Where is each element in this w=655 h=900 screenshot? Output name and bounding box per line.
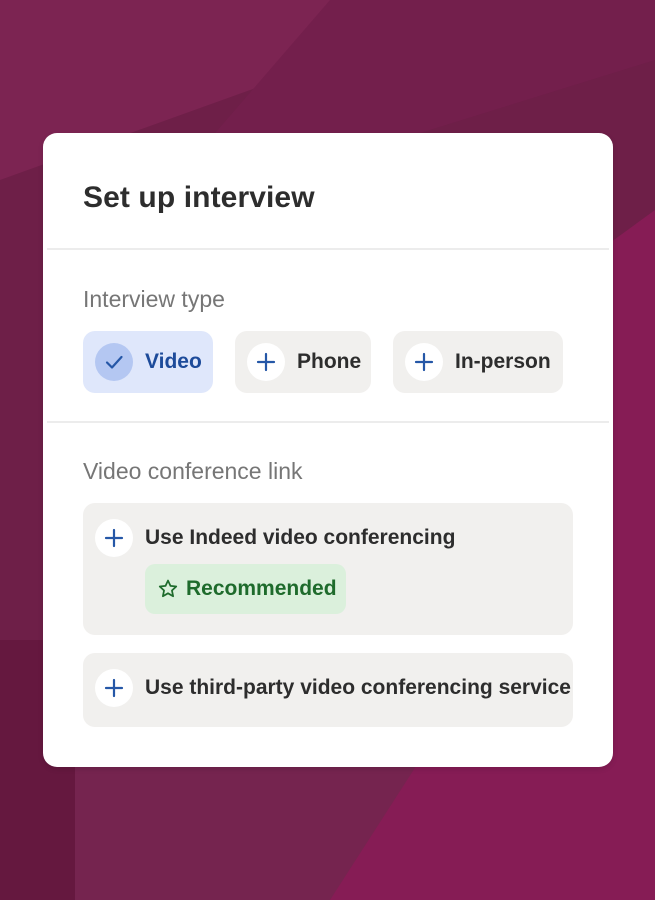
third-party-video-conferencing-option[interactable]: Use third-party video conferencing servi… <box>83 653 573 727</box>
plus-icon <box>95 519 133 557</box>
dialog-title: Set up interview <box>83 181 315 214</box>
plus-icon <box>95 669 133 707</box>
badge-label: Recommended <box>186 577 337 600</box>
interview-type-label: Interview type <box>83 286 225 312</box>
star-icon <box>158 579 178 598</box>
chip-label: Phone <box>297 350 362 373</box>
option-label: Use Indeed video conferencing <box>145 526 456 549</box>
divider <box>47 421 609 423</box>
setup-interview-dialog: Set up interview Interview type Video Ph… <box>43 133 613 767</box>
interview-type-phone-chip[interactable]: Phone <box>235 331 371 393</box>
chip-label: In-person <box>455 350 551 373</box>
option-label: Use third-party video conferencing servi… <box>145 676 571 699</box>
chip-label: Video <box>145 350 202 373</box>
video-conference-link-label: Video conference link <box>83 458 303 484</box>
check-icon <box>95 343 133 381</box>
interview-type-in-person-chip[interactable]: In-person <box>393 331 563 393</box>
plus-icon <box>405 343 443 381</box>
indeed-video-conferencing-option[interactable]: Use Indeed video conferencing Recommende… <box>83 503 573 635</box>
plus-icon <box>247 343 285 381</box>
divider <box>47 248 609 250</box>
recommended-badge: Recommended <box>145 564 346 614</box>
interview-type-video-chip[interactable]: Video <box>83 331 213 393</box>
